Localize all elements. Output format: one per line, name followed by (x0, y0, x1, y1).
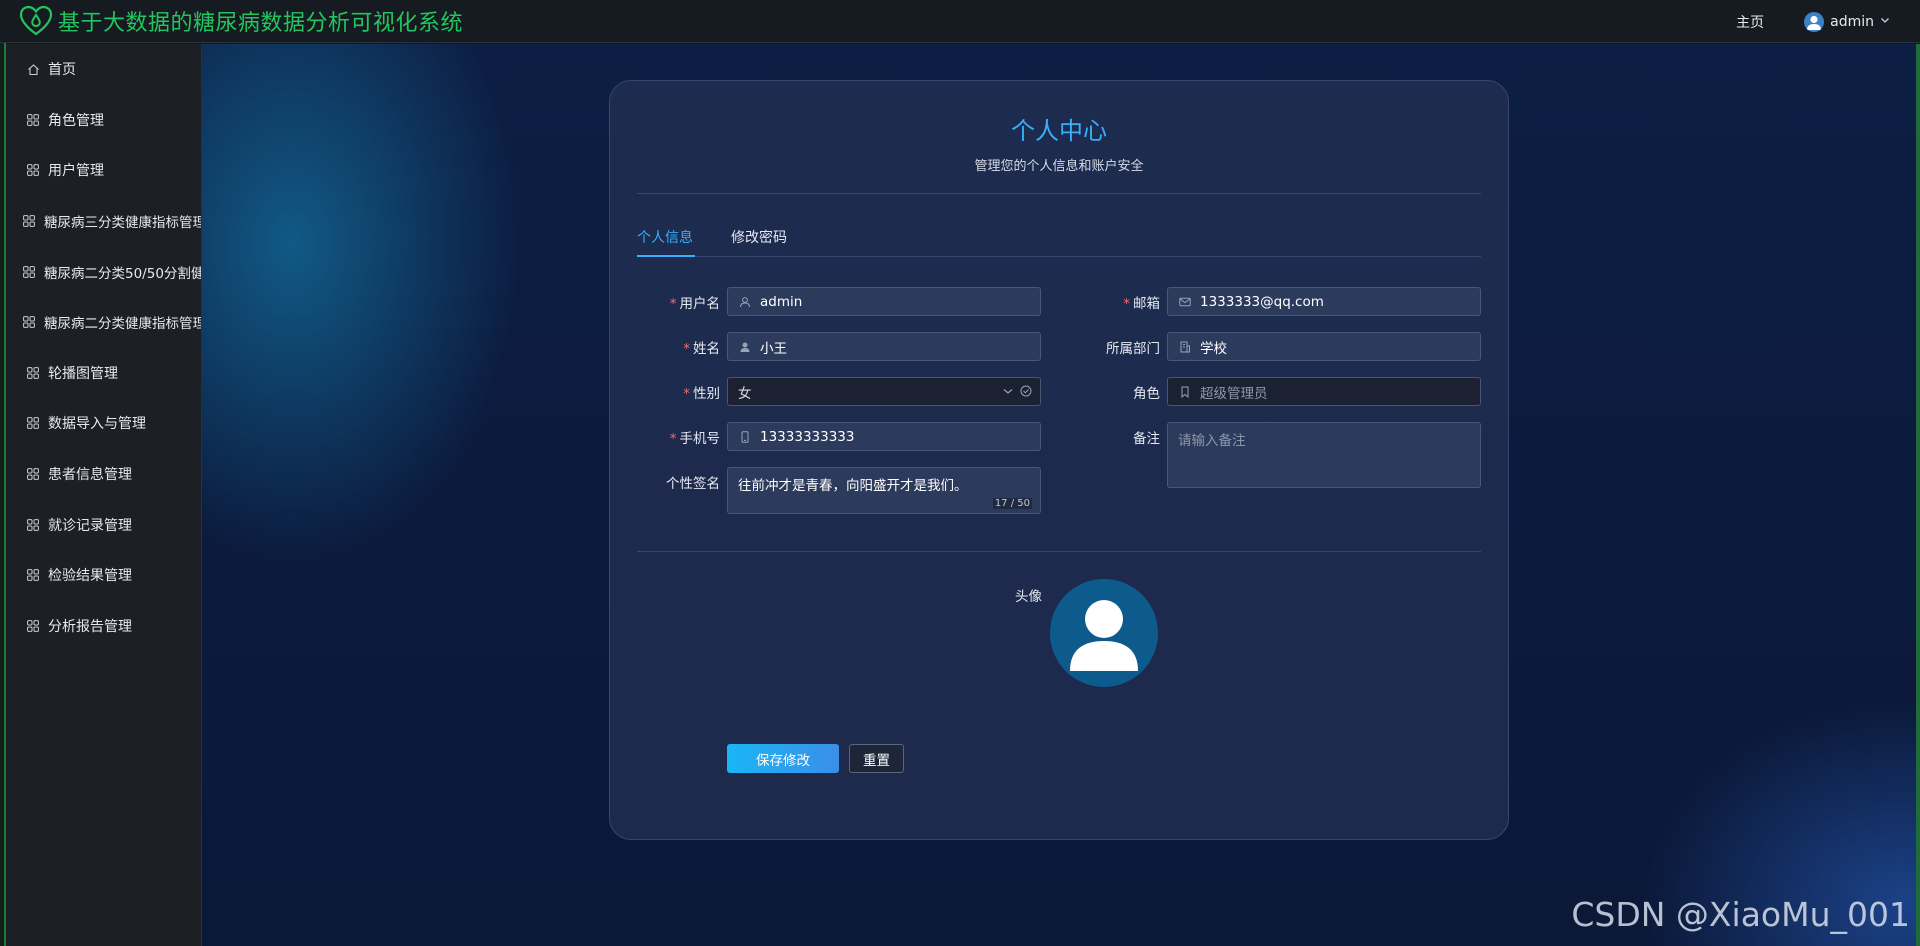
tab-bar: 个人信息 修改密码 (637, 226, 1481, 257)
divider (637, 193, 1481, 194)
sidebar-item-label: 用户管理 (48, 163, 104, 180)
watermark: CSDN @XiaoMu_001 (1571, 895, 1910, 934)
grid-icon (26, 416, 40, 430)
chevron-down-icon (1880, 15, 1890, 28)
user-menu[interactable]: admin (1804, 11, 1890, 32)
sidebar-item-patients[interactable]: 患者信息管理 (6, 449, 201, 500)
gender-label: * 性别 (683, 386, 720, 402)
sidebar-item-label: 糖尿病二分类健康指标管理 (44, 316, 202, 333)
sidebar-item-label: 糖尿病三分类健康指标管理 (44, 215, 202, 232)
sidebar-item-label: 检验结果管理 (48, 568, 132, 585)
role-field: 超级管理员 (1167, 377, 1481, 406)
brand: 基于大数据的糖尿病数据分析可视化系统 (18, 3, 463, 39)
sidebar-item-label: 首页 (48, 62, 76, 79)
profile-card: 个人中心 管理您的个人信息和账户安全 个人信息 修改密码 * 用户名 admin … (609, 80, 1509, 840)
check-circle-icon (1020, 385, 1032, 401)
grid-icon (22, 265, 36, 279)
mail-icon (1178, 295, 1192, 309)
building-icon (1178, 340, 1192, 354)
home-icon (26, 62, 40, 76)
department-field[interactable]: 学校 (1167, 332, 1481, 361)
page-subtitle: 管理您的个人信息和账户安全 (974, 159, 1144, 174)
grid-icon (26, 467, 40, 481)
sidebar-item-role-management[interactable]: 角色管理 (6, 95, 201, 146)
sidebar-item-diabetes-2class-5050[interactable]: 糖尿病二分类50/50分割健康指 (6, 246, 201, 297)
chevron-down-icon (1002, 385, 1014, 401)
grid-icon (26, 113, 40, 127)
signature-textarea[interactable]: 往前冲才是青春，向阳盛开才是我们。 17 / 50 (727, 467, 1041, 514)
username-label: * 用户名 (669, 296, 720, 312)
remark-label: 备注 (1133, 431, 1160, 447)
app-title: 基于大数据的糖尿病数据分析可视化系统 (58, 11, 464, 36)
page-title: 个人中心 (1011, 117, 1107, 145)
user-avatar-icon (1070, 600, 1138, 671)
role-label: 角色 (1133, 386, 1160, 402)
heart-drop-logo-icon (18, 3, 54, 39)
grid-icon (26, 366, 40, 380)
divider (637, 551, 1481, 552)
grid-icon (26, 619, 40, 633)
grid-icon (22, 214, 36, 228)
bookmark-icon (1178, 385, 1192, 399)
save-button[interactable]: 保存修改 (727, 744, 839, 773)
email-label: * 邮箱 (1123, 296, 1160, 312)
sidebar-item-label: 轮播图管理 (48, 365, 118, 382)
sidebar-item-label: 数据导入与管理 (48, 416, 146, 433)
grid-icon (26, 568, 40, 582)
sidebar-item-label: 就诊记录管理 (48, 517, 132, 534)
sidebar-item-visits[interactable]: 就诊记录管理 (6, 499, 201, 550)
sidebar-item-data-import[interactable]: 数据导入与管理 (6, 398, 201, 449)
sidebar-item-home[interactable]: 首页 (6, 44, 201, 95)
reset-button[interactable]: 重置 (849, 744, 904, 773)
char-counter: 17 / 50 (992, 498, 1032, 509)
phone-label: * 手机号 (669, 431, 720, 447)
sidebar-item-diabetes-3class[interactable]: 糖尿病三分类健康指标管理 (6, 196, 201, 247)
grid-icon (26, 518, 40, 532)
name-field[interactable]: 小王 (727, 332, 1041, 361)
phone-field[interactable]: 13333333333 (727, 422, 1041, 451)
sidebar-item-label: 患者信息管理 (48, 467, 132, 484)
home-link[interactable]: 主页 (1736, 12, 1764, 32)
sidebar-item-diabetes-2class[interactable]: 糖尿病二分类健康指标管理 (6, 297, 201, 348)
name-label: * 姓名 (683, 341, 720, 357)
remark-textarea[interactable]: 请输入备注 (1167, 422, 1481, 488)
avatar-label: 头像 (1015, 589, 1042, 605)
email-field[interactable]: 1333333@qq.com (1167, 287, 1481, 316)
tab-personal-info[interactable]: 个人信息 (637, 226, 695, 257)
grid-icon (26, 163, 40, 177)
sidebar-item-label: 角色管理 (48, 112, 104, 129)
scrollbar[interactable] (1916, 44, 1920, 946)
sidebar-item-carousel[interactable]: 轮播图管理 (6, 348, 201, 399)
user-avatar-icon (1804, 11, 1825, 32)
user-outline-icon (738, 295, 752, 309)
username-label: admin (1830, 13, 1874, 30)
sidebar-item-reports[interactable]: 分析报告管理 (6, 601, 201, 652)
user-filled-icon (738, 340, 752, 354)
tab-change-password[interactable]: 修改密码 (731, 226, 787, 257)
username-field[interactable]: admin (727, 287, 1041, 316)
sidebar: 首页 角色管理 用户管理 糖尿病三分类健康指标管理 糖尿病二分类50/50分割健… (6, 44, 202, 946)
phone-icon (738, 430, 752, 444)
sidebar-item-user-management[interactable]: 用户管理 (6, 145, 201, 196)
signature-label: 个性签名 (666, 476, 720, 492)
grid-icon (22, 315, 36, 329)
avatar-upload[interactable] (1050, 579, 1158, 687)
sidebar-item-label: 分析报告管理 (48, 618, 132, 635)
sidebar-item-test-results[interactable]: 检验结果管理 (6, 550, 201, 601)
gender-select[interactable]: 女 (727, 377, 1041, 406)
sidebar-item-label: 糖尿病二分类50/50分割健康指 (44, 265, 202, 282)
top-bar: 基于大数据的糖尿病数据分析可视化系统 主页 admin (0, 0, 1920, 43)
department-label: 所属部门 (1106, 341, 1160, 357)
